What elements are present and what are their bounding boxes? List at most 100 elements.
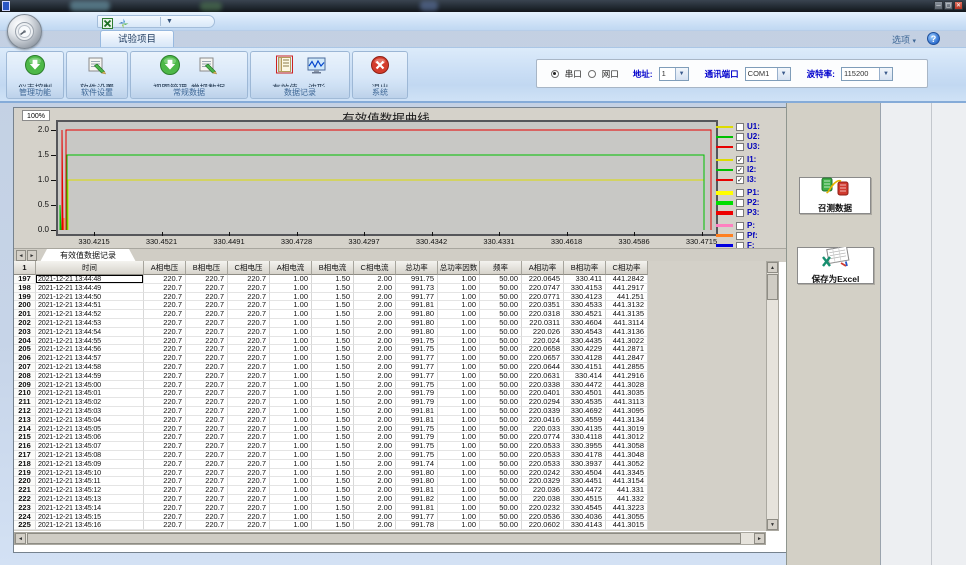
table-cell[interactable]: 441.2855	[606, 363, 648, 372]
table-cell[interactable]: 441.3058	[606, 442, 648, 451]
table-cell[interactable]: 1.50	[312, 310, 354, 319]
table-row[interactable]: 2212021-12-21 13:45:12220.7220.7220.71.0…	[14, 486, 648, 495]
table-cell[interactable]: 441.3012	[606, 433, 648, 442]
table-cell[interactable]: 1.00	[270, 416, 312, 425]
table-cell[interactable]: 220.7	[228, 337, 270, 346]
table-cell[interactable]: 1.00	[270, 486, 312, 495]
table-cell[interactable]: 1.50	[312, 363, 354, 372]
table-row[interactable]: 2072021-12-21 13:44:58220.7220.7220.71.0…	[14, 363, 648, 372]
table-cell[interactable]: 1.00	[438, 293, 480, 302]
table-cell[interactable]: 220.0536	[522, 513, 564, 522]
table-cell[interactable]: 50.00	[480, 328, 522, 337]
row-header-cell[interactable]: 201	[14, 310, 36, 319]
table-cell[interactable]: 220.0657	[522, 354, 564, 363]
table-cell[interactable]: 220.7	[144, 345, 186, 354]
vertical-scrollbar[interactable]: ▲ ▼	[766, 261, 779, 531]
table-cell[interactable]: 1.00	[438, 381, 480, 390]
table-cell[interactable]: 1.00	[438, 275, 480, 284]
table-cell[interactable]: 50.00	[480, 293, 522, 302]
table-cell[interactable]: 2.00	[354, 451, 396, 460]
table-cell[interactable]: 1.00	[270, 328, 312, 337]
row-header-cell[interactable]: 206	[14, 354, 36, 363]
table-cell[interactable]: 50.00	[480, 504, 522, 513]
table-cell[interactable]: 50.00	[480, 275, 522, 284]
table-cell[interactable]: 1.00	[438, 337, 480, 346]
table-cell[interactable]: 50.00	[480, 372, 522, 381]
row-header-cell[interactable]: 216	[14, 442, 36, 451]
row-header-cell[interactable]: 219	[14, 469, 36, 478]
table-cell[interactable]: 220.0329	[522, 477, 564, 486]
table-cell[interactable]: 50.00	[480, 354, 522, 363]
table-cell[interactable]: 2.00	[354, 477, 396, 486]
table-cell[interactable]: 991.79	[396, 389, 438, 398]
table-cell[interactable]: 441.3035	[606, 389, 648, 398]
table-cell[interactable]: 1.50	[312, 301, 354, 310]
table-cell[interactable]: 1.00	[270, 451, 312, 460]
table-cell[interactable]: 1.00	[270, 293, 312, 302]
table-cell[interactable]: 330.4435	[564, 337, 606, 346]
table-cell[interactable]: 2021-12-21 13:44:52	[36, 310, 144, 319]
legend-checkbox[interactable]: ✓	[736, 166, 744, 174]
table-cell[interactable]: 330.3937	[564, 460, 606, 469]
table-cell[interactable]: 330.414	[564, 372, 606, 381]
table-cell[interactable]: 441.3022	[606, 337, 648, 346]
row-header-cell[interactable]: 211	[14, 398, 36, 407]
table-cell[interactable]: 1.50	[312, 495, 354, 504]
table-cell[interactable]: 220.7	[186, 301, 228, 310]
chart-zoom-level[interactable]: 100%	[22, 110, 50, 121]
row-header-cell[interactable]: 225	[14, 521, 36, 530]
table-cell[interactable]: 220.0401	[522, 389, 564, 398]
table-cell[interactable]: 220.0658	[522, 345, 564, 354]
row-header-cell[interactable]: 212	[14, 407, 36, 416]
table-cell[interactable]: 1.00	[270, 460, 312, 469]
table-cell[interactable]: 220.7	[228, 372, 270, 381]
legend-checkbox[interactable]	[736, 189, 744, 197]
table-cell[interactable]: 1.00	[438, 328, 480, 337]
table-cell[interactable]: 220.0311	[522, 319, 564, 328]
table-cell[interactable]: 220.7	[186, 451, 228, 460]
table-cell[interactable]: 1.50	[312, 504, 354, 513]
table-cell[interactable]: 50.00	[480, 284, 522, 293]
row-header-cell[interactable]: 205	[14, 345, 36, 354]
table-cell[interactable]: 2.00	[354, 301, 396, 310]
table-cell[interactable]: 2021-12-21 13:45:16	[36, 521, 144, 530]
table-cell[interactable]: 991.74	[396, 460, 438, 469]
table-cell[interactable]: 50.00	[480, 345, 522, 354]
table-cell[interactable]: 220.7	[186, 345, 228, 354]
table-row[interactable]: 2232021-12-21 13:45:14220.7220.7220.71.0…	[14, 504, 648, 513]
table-cell[interactable]: 2.00	[354, 310, 396, 319]
table-cell[interactable]: 441.3114	[606, 319, 648, 328]
table-cell[interactable]: 1.00	[438, 451, 480, 460]
table-cell[interactable]: 220.7	[228, 477, 270, 486]
table-cell[interactable]: 330.4143	[564, 521, 606, 530]
table-cell[interactable]: 991.80	[396, 310, 438, 319]
table-cell[interactable]: 1.50	[312, 337, 354, 346]
table-cell[interactable]: 991.80	[396, 319, 438, 328]
table-cell[interactable]: 220.7	[144, 372, 186, 381]
table-cell[interactable]: 1.00	[438, 389, 480, 398]
table-cell[interactable]: 330.4559	[564, 416, 606, 425]
table-cell[interactable]: 220.7	[228, 416, 270, 425]
table-cell[interactable]: 220.0533	[522, 442, 564, 451]
table-cell[interactable]: 1.50	[312, 407, 354, 416]
table-cell[interactable]: 1.50	[312, 442, 354, 451]
table-cell[interactable]: 220.0318	[522, 310, 564, 319]
table-cell[interactable]: 220.7	[228, 389, 270, 398]
table-cell[interactable]: 1.00	[270, 442, 312, 451]
table-cell[interactable]: 2.00	[354, 504, 396, 513]
table-cell[interactable]: 220.7	[144, 521, 186, 530]
maximize-button[interactable]: ▢	[944, 1, 953, 10]
table-cell[interactable]: 330.4521	[564, 310, 606, 319]
table-cell[interactable]: 2.00	[354, 337, 396, 346]
table-cell[interactable]: 2.00	[354, 293, 396, 302]
table-cell[interactable]: 220.0771	[522, 293, 564, 302]
table-cell[interactable]: 220.7	[144, 486, 186, 495]
table-cell[interactable]: 1.00	[438, 416, 480, 425]
table-cell[interactable]: 220.7	[144, 433, 186, 442]
table-cell[interactable]: 991.81	[396, 416, 438, 425]
table-cell[interactable]: 220.7	[186, 425, 228, 434]
table-cell[interactable]: 2.00	[354, 442, 396, 451]
table-cell[interactable]: 220.7	[228, 319, 270, 328]
table-cell[interactable]: 50.00	[480, 477, 522, 486]
table-cell[interactable]: 1.00	[270, 345, 312, 354]
